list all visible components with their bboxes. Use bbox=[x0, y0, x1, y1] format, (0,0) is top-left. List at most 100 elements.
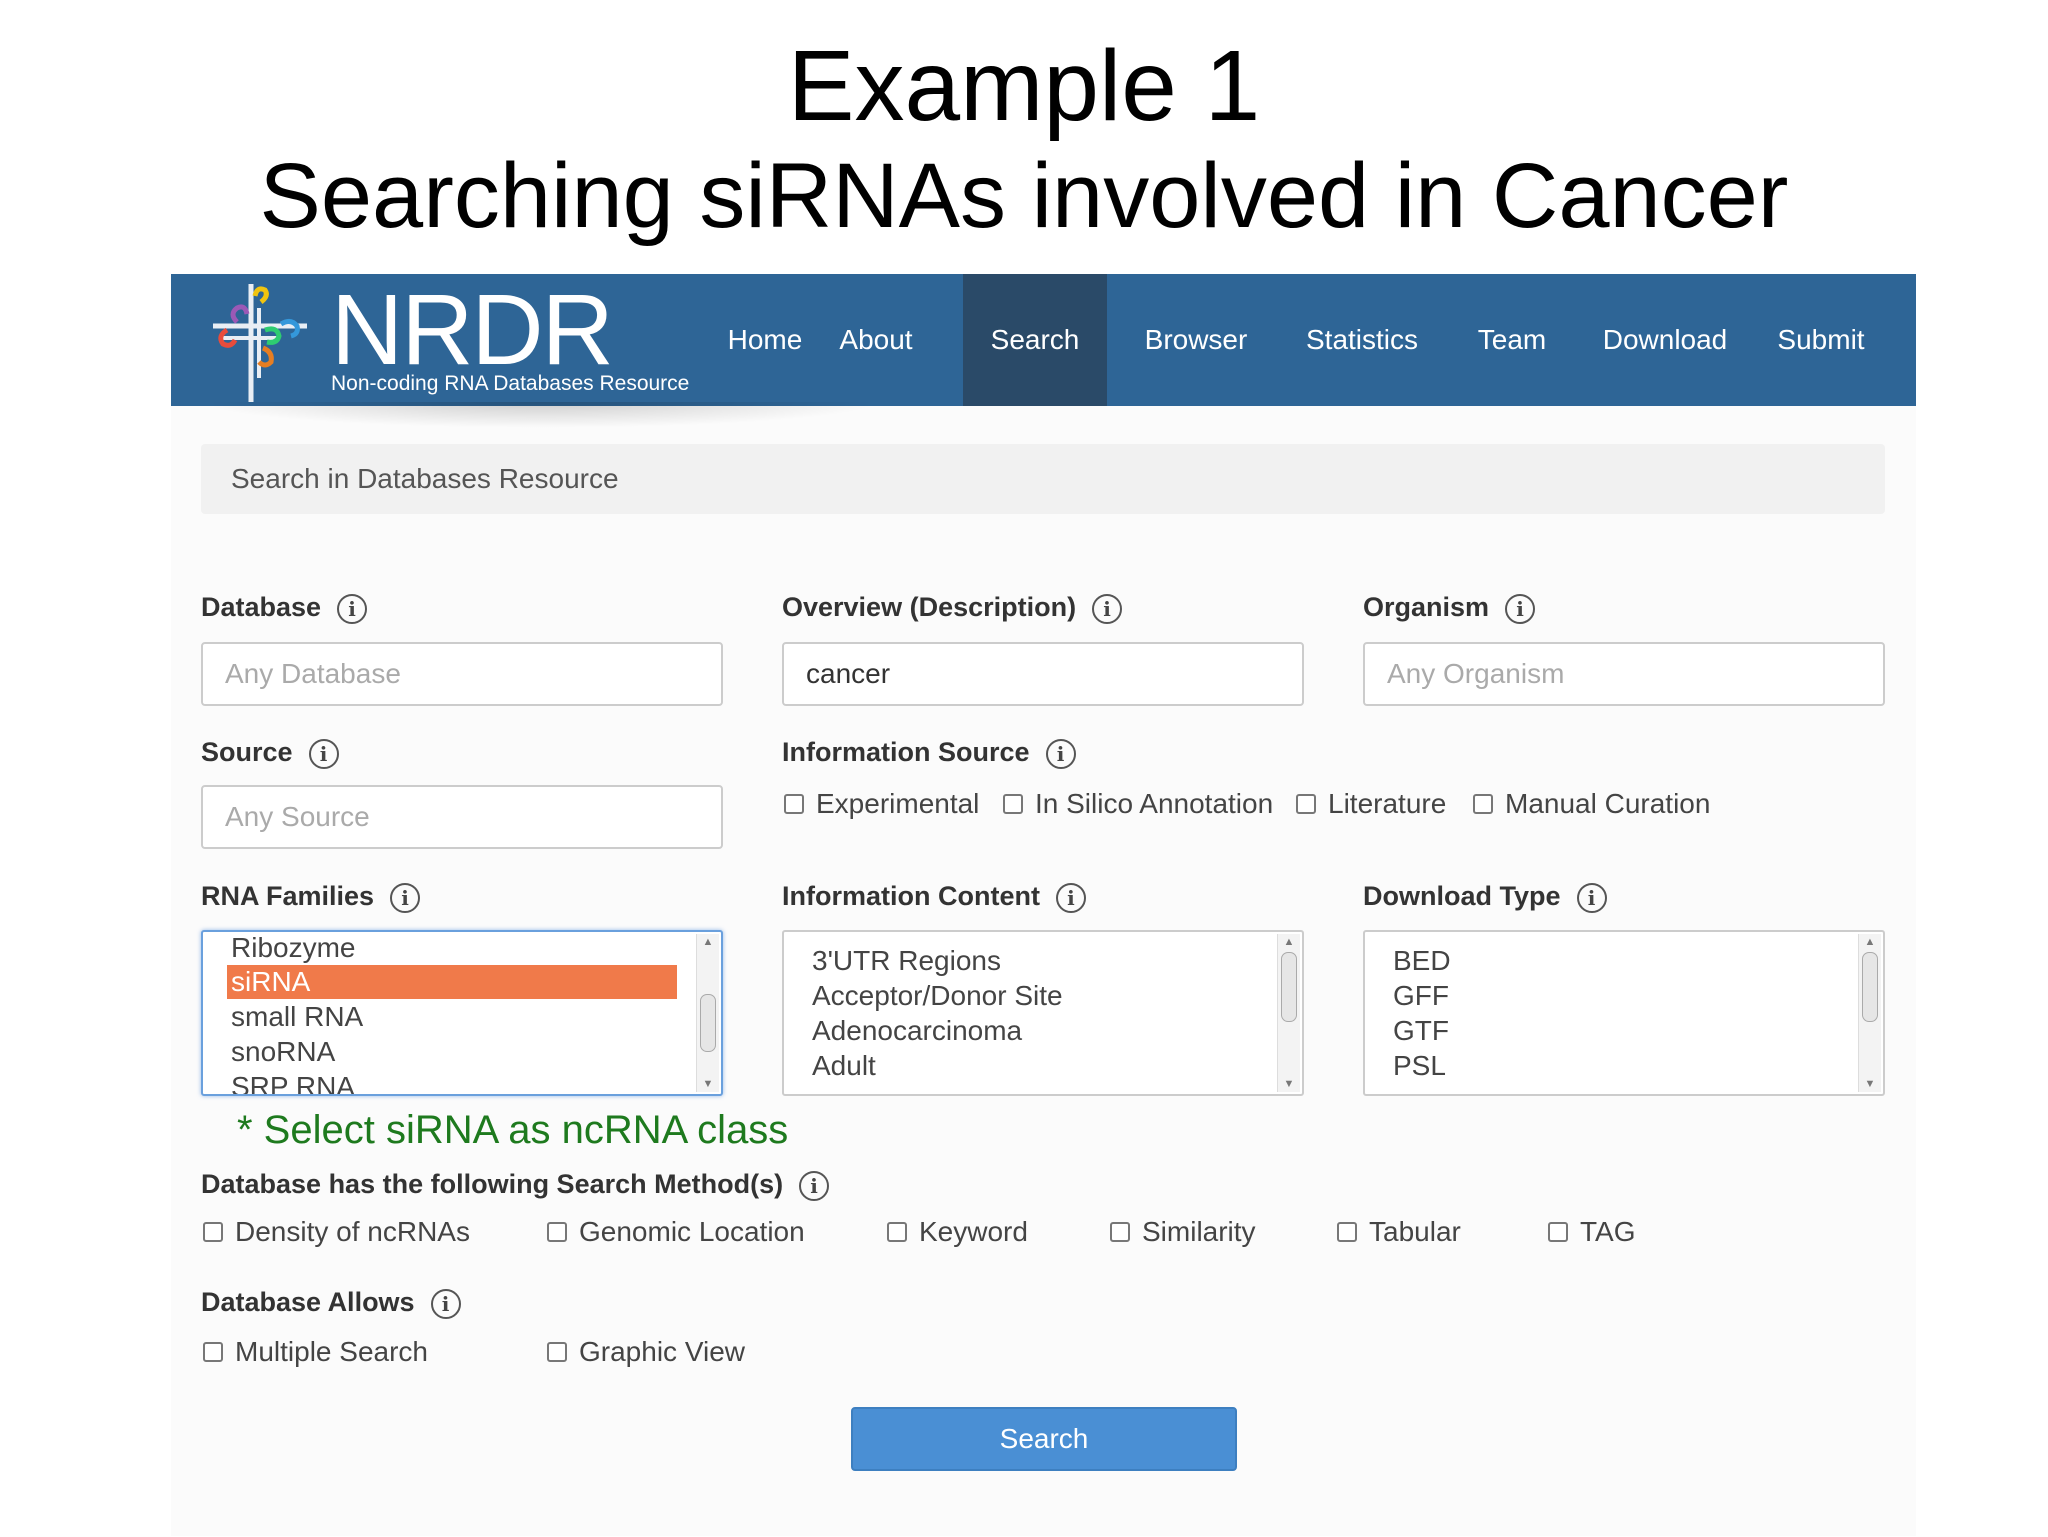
info-icon[interactable]: i bbox=[799, 1170, 830, 1201]
info-icon[interactable]: i bbox=[1045, 738, 1076, 769]
organism-input[interactable] bbox=[1363, 642, 1885, 706]
nav-team[interactable]: Team bbox=[1457, 274, 1567, 406]
info-icon[interactable]: i bbox=[390, 882, 421, 913]
overview-input[interactable] bbox=[782, 642, 1304, 706]
brand-name[interactable]: NRDR bbox=[331, 280, 614, 380]
checkbox-icon[interactable] bbox=[547, 1221, 567, 1242]
listbox-option[interactable]: Adenocarcinoma bbox=[812, 1014, 1022, 1048]
organism-label: Organism i bbox=[1363, 592, 1536, 624]
checkbox-icon[interactable] bbox=[1548, 1221, 1568, 1242]
checkbox-icon[interactable] bbox=[203, 1341, 223, 1362]
listbox-option[interactable]: Acceptor/Donor Site bbox=[812, 979, 1063, 1013]
information-content-label-text: Information Content bbox=[782, 881, 1040, 911]
checkbox-density-of-ncrnas[interactable]: Density of ncRNAs bbox=[203, 1216, 470, 1248]
download-type-listbox[interactable]: BED GFF GTF PSL ▲ ▼ bbox=[1363, 930, 1885, 1096]
overview-label: Overview (Description) i bbox=[782, 592, 1123, 624]
nav-search[interactable]: Search bbox=[963, 274, 1107, 406]
nav-home[interactable]: Home bbox=[710, 274, 820, 406]
checkbox-similarity[interactable]: Similarity bbox=[1110, 1216, 1256, 1248]
search-methods-label-text: Database has the following Search Method… bbox=[201, 1169, 784, 1199]
listbox-option[interactable]: Adult bbox=[812, 1049, 876, 1083]
search-methods-label: Database has the following Search Method… bbox=[201, 1169, 830, 1201]
database-label: Database i bbox=[201, 592, 368, 624]
nav-browser[interactable]: Browser bbox=[1131, 274, 1261, 406]
checkbox-icon[interactable] bbox=[547, 1341, 567, 1362]
scroll-up-icon[interactable]: ▲ bbox=[1859, 934, 1881, 950]
rna-families-label: RNA Families i bbox=[201, 881, 421, 913]
search-header: Search in Databases Resource bbox=[201, 444, 1885, 514]
checkbox-label: Manual Curation bbox=[1505, 788, 1711, 819]
scroll-down-icon[interactable]: ▼ bbox=[1859, 1076, 1881, 1092]
scroll-down-icon[interactable]: ▼ bbox=[1278, 1076, 1300, 1092]
checkbox-genomic-location[interactable]: Genomic Location bbox=[547, 1216, 805, 1248]
listbox-option[interactable]: PSL bbox=[1393, 1049, 1446, 1083]
checkbox-graphic-view[interactable]: Graphic View bbox=[547, 1336, 745, 1368]
nav-submit[interactable]: Submit bbox=[1763, 274, 1879, 406]
information-content-listbox[interactable]: 3'UTR Regions Acceptor/Donor Site Adenoc… bbox=[782, 930, 1304, 1096]
listbox-option-selected[interactable]: siRNA bbox=[227, 965, 677, 999]
info-icon[interactable]: i bbox=[1055, 882, 1086, 913]
checkbox-tag[interactable]: TAG bbox=[1548, 1216, 1635, 1248]
info-icon[interactable]: i bbox=[1505, 593, 1536, 624]
listbox-option[interactable]: BED bbox=[1393, 944, 1451, 978]
nav-download[interactable]: Download bbox=[1583, 274, 1747, 406]
listbox-option[interactable]: GFF bbox=[1393, 979, 1449, 1013]
slide-title: Example 1 bbox=[787, 30, 1261, 142]
checkbox-icon[interactable] bbox=[1110, 1221, 1130, 1242]
checkbox-label: Similarity bbox=[1142, 1216, 1256, 1247]
checkbox-icon[interactable] bbox=[1473, 793, 1493, 814]
listbox-scrollbar[interactable]: ▲ ▼ bbox=[1277, 934, 1300, 1092]
checkbox-label: Density of ncRNAs bbox=[235, 1216, 470, 1247]
checkbox-label: Literature bbox=[1328, 788, 1447, 819]
checkbox-in-silico-annotation[interactable]: In Silico Annotation bbox=[1003, 788, 1273, 820]
checkbox-multiple-search[interactable]: Multiple Search bbox=[203, 1336, 428, 1368]
nav-statistics[interactable]: Statistics bbox=[1287, 274, 1437, 406]
listbox-option[interactable]: Ribozyme bbox=[231, 932, 355, 965]
download-type-label: Download Type i bbox=[1363, 881, 1607, 913]
search-header-text: Search in Databases Resource bbox=[231, 463, 619, 494]
checkbox-label: Graphic View bbox=[579, 1336, 746, 1367]
database-input[interactable] bbox=[201, 642, 723, 706]
info-icon[interactable]: i bbox=[430, 1288, 461, 1319]
source-label: Source i bbox=[201, 737, 339, 769]
scroll-thumb[interactable] bbox=[1862, 952, 1878, 1022]
scroll-up-icon[interactable]: ▲ bbox=[697, 934, 719, 950]
listbox-option[interactable]: snoRNA bbox=[231, 1035, 335, 1069]
scroll-thumb[interactable] bbox=[700, 994, 716, 1052]
checkbox-experimental[interactable]: Experimental bbox=[784, 788, 979, 820]
source-input[interactable] bbox=[201, 785, 723, 849]
listbox-option[interactable]: small RNA bbox=[231, 1000, 363, 1034]
listbox-scrollbar[interactable]: ▲ ▼ bbox=[696, 934, 719, 1092]
rna-families-listbox[interactable]: Ribozyme siRNA small RNA snoRNA SRP RNA … bbox=[201, 930, 723, 1096]
search-button[interactable]: Search bbox=[851, 1407, 1237, 1471]
info-icon[interactable]: i bbox=[337, 593, 368, 624]
download-type-label-text: Download Type bbox=[1363, 881, 1561, 911]
listbox-option[interactable]: 3'UTR Regions bbox=[812, 944, 1001, 978]
navbar: NRDR Non-coding RNA Databases Resource H… bbox=[171, 274, 1916, 406]
database-allows-label: Database Allows i bbox=[201, 1287, 461, 1319]
info-icon[interactable]: i bbox=[1576, 882, 1607, 913]
brand-shadow bbox=[201, 402, 881, 428]
checkbox-tabular[interactable]: Tabular bbox=[1337, 1216, 1461, 1248]
checkbox-keyword[interactable]: Keyword bbox=[887, 1216, 1028, 1248]
checkbox-icon[interactable] bbox=[203, 1221, 223, 1242]
listbox-option[interactable]: GTF bbox=[1393, 1014, 1449, 1048]
checkbox-label: Multiple Search bbox=[235, 1336, 428, 1367]
checkbox-icon[interactable] bbox=[1296, 793, 1316, 814]
checkbox-icon[interactable] bbox=[784, 793, 804, 814]
checkbox-icon[interactable] bbox=[1337, 1221, 1357, 1242]
nav-about[interactable]: About bbox=[826, 274, 926, 406]
listbox-scrollbar[interactable]: ▲ ▼ bbox=[1858, 934, 1881, 1092]
info-icon[interactable]: i bbox=[308, 738, 339, 769]
info-icon[interactable]: i bbox=[1092, 593, 1123, 624]
source-label-text: Source bbox=[201, 737, 293, 767]
database-allows-label-text: Database Allows bbox=[201, 1287, 415, 1317]
listbox-option[interactable]: SRP RNA bbox=[231, 1070, 355, 1094]
checkbox-literature[interactable]: Literature bbox=[1296, 788, 1446, 820]
scroll-down-icon[interactable]: ▼ bbox=[697, 1076, 719, 1092]
scroll-up-icon[interactable]: ▲ bbox=[1278, 934, 1300, 950]
checkbox-icon[interactable] bbox=[1003, 793, 1023, 814]
checkbox-icon[interactable] bbox=[887, 1221, 907, 1242]
scroll-thumb[interactable] bbox=[1281, 952, 1297, 1022]
checkbox-manual-curation[interactable]: Manual Curation bbox=[1473, 788, 1710, 820]
